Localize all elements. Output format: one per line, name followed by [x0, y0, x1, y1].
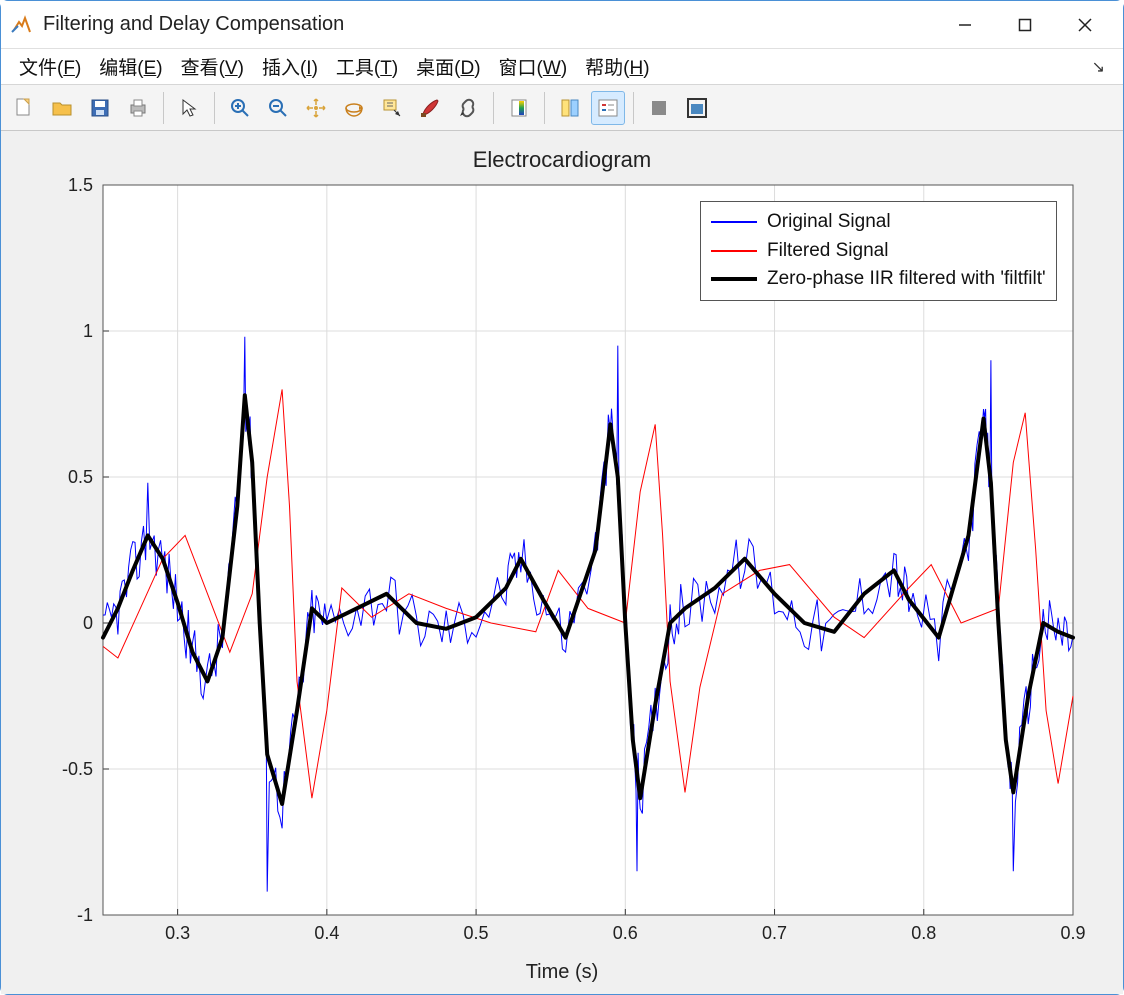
svg-text:0.5: 0.5	[464, 923, 489, 943]
svg-text:0.6: 0.6	[613, 923, 638, 943]
toolbar	[1, 85, 1123, 131]
menu-view[interactable]: 查看(V)	[173, 49, 252, 84]
collapse-toolbar-icon[interactable]: ↘	[1084, 57, 1113, 77]
svg-text:0.4: 0.4	[314, 923, 339, 943]
figure-area: Electrocardiogram 0.3 0.4 0.5 0.6 0.7 0.8 0.9 -…	[1, 131, 1123, 994]
colorbar-icon[interactable]	[502, 91, 536, 125]
menubar: 文件(F)编辑(E)查看(V)插入(I)工具(T)桌面(D)窗口(W)帮助(H)…	[1, 49, 1123, 85]
menu-file[interactable]: 文件(F)	[11, 49, 89, 84]
menu-help[interactable]: 帮助(H)	[577, 49, 657, 84]
svg-text:0.5: 0.5	[68, 467, 93, 487]
print-icon[interactable]	[121, 91, 155, 125]
link-icon[interactable]	[451, 91, 485, 125]
legend-icon[interactable]	[591, 91, 625, 125]
data-cursor-icon[interactable]	[375, 91, 409, 125]
zoom-in-icon[interactable]	[223, 91, 257, 125]
pan-icon[interactable]	[299, 91, 333, 125]
legend-label: Original Signal	[767, 208, 891, 237]
menu-insert[interactable]: 插入(I)	[254, 49, 326, 84]
svg-text:-1: -1	[77, 905, 93, 925]
maximize-button[interactable]	[995, 5, 1055, 45]
svg-text:0.7: 0.7	[762, 923, 787, 943]
svg-text:1: 1	[83, 321, 93, 341]
matlab-icon	[9, 13, 33, 37]
minimize-button[interactable]	[935, 5, 995, 45]
svg-text:0.3: 0.3	[165, 923, 190, 943]
axes-container: Electrocardiogram 0.3 0.4 0.5 0.6 0.7 0.8 0.9 -…	[15, 147, 1109, 984]
save-icon[interactable]	[83, 91, 117, 125]
menu-desktop[interactable]: 桌面(D)	[408, 49, 488, 84]
legend-label: Filtered Signal	[767, 237, 888, 266]
pointer-icon[interactable]	[172, 91, 206, 125]
titlebar: Filtering and Delay Compensation	[1, 1, 1123, 49]
svg-text:0.9: 0.9	[1060, 923, 1085, 943]
legend-label: Zero-phase IIR filtered with 'filtfilt'	[767, 265, 1046, 294]
close-button[interactable]	[1055, 5, 1115, 45]
hide-plot-icon[interactable]	[553, 91, 587, 125]
window-controls	[935, 5, 1115, 45]
new-file-icon[interactable]	[7, 91, 41, 125]
menu-window[interactable]: 窗口(W)	[491, 49, 576, 84]
open-file-icon[interactable]	[45, 91, 79, 125]
dock-icon[interactable]	[680, 91, 714, 125]
x-axis-label: Time (s)	[15, 961, 1109, 984]
menu-edit[interactable]: 编辑(E)	[91, 49, 170, 84]
svg-text:0: 0	[83, 613, 93, 633]
window-title: Filtering and Delay Compensation	[43, 13, 935, 36]
legend-entry-0[interactable]: Original Signal	[711, 208, 1046, 237]
legend-entry-2[interactable]: Zero-phase IIR filtered with 'filtfilt'	[711, 265, 1046, 294]
stop-icon[interactable]	[642, 91, 676, 125]
legend[interactable]: Original SignalFiltered SignalZero-phase…	[700, 201, 1057, 301]
svg-text:0.8: 0.8	[911, 923, 936, 943]
rotate3d-icon[interactable]	[337, 91, 371, 125]
legend-entry-1[interactable]: Filtered Signal	[711, 237, 1046, 266]
brush-icon[interactable]	[413, 91, 447, 125]
chart-title: Electrocardiogram	[15, 147, 1109, 173]
svg-text:-0.5: -0.5	[62, 759, 93, 779]
svg-text:1.5: 1.5	[68, 175, 93, 195]
zoom-out-icon[interactable]	[261, 91, 295, 125]
menu-tools[interactable]: 工具(T)	[328, 49, 406, 84]
